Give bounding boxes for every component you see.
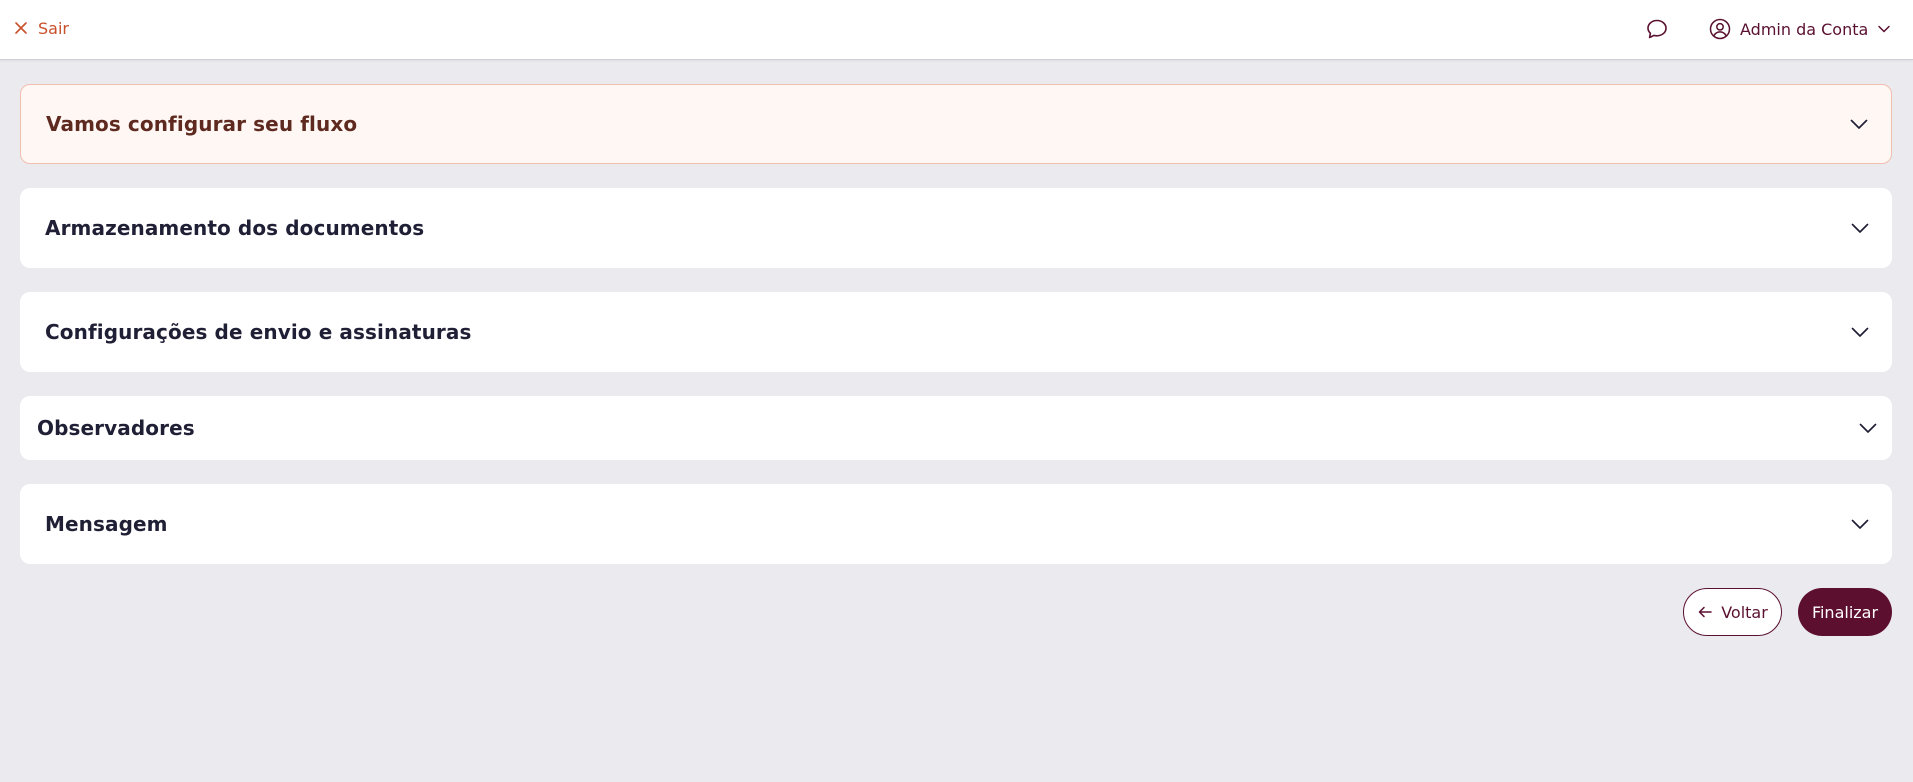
back-button[interactable]: Voltar [1683,588,1782,636]
section-document-storage[interactable]: Armazenamento dos documentos [20,188,1892,268]
top-bar: Sair Admin da Conta [0,0,1913,60]
finish-button[interactable]: Finalizar [1798,588,1892,636]
section-observers[interactable]: Observadores [20,396,1892,460]
chevron-down-icon [1851,327,1869,337]
exit-label: Sair [38,18,69,38]
back-label: Voltar [1721,602,1768,622]
chat-bubble-icon[interactable] [1645,17,1669,41]
chevron-down-icon [1851,519,1869,529]
chevron-down-icon [1878,25,1891,33]
finish-label: Finalizar [1811,602,1879,622]
section-sending-signatures[interactable]: Configurações de envio e assinaturas [20,292,1892,372]
arrow-left-icon [1698,606,1712,618]
chevron-down-icon [1859,423,1877,433]
section-title: Mensagem [45,512,168,536]
close-icon [15,22,27,34]
user-circle-icon [1709,18,1731,40]
chevron-down-icon [1851,223,1869,233]
section-title: Configurações de envio e assinaturas [45,320,472,344]
section-message[interactable]: Mensagem [20,484,1892,564]
section-title: Armazenamento dos documentos [45,216,425,240]
account-menu[interactable]: Admin da Conta [1709,15,1891,43]
exit-button[interactable]: Sair [14,16,69,40]
section-title: Vamos configurar seu fluxo [46,112,358,136]
section-flow-setup[interactable]: Vamos configurar seu fluxo [20,84,1892,164]
section-title: Observadores [37,416,195,440]
account-name: Admin da Conta [1740,19,1869,39]
chevron-down-icon [1850,119,1868,129]
